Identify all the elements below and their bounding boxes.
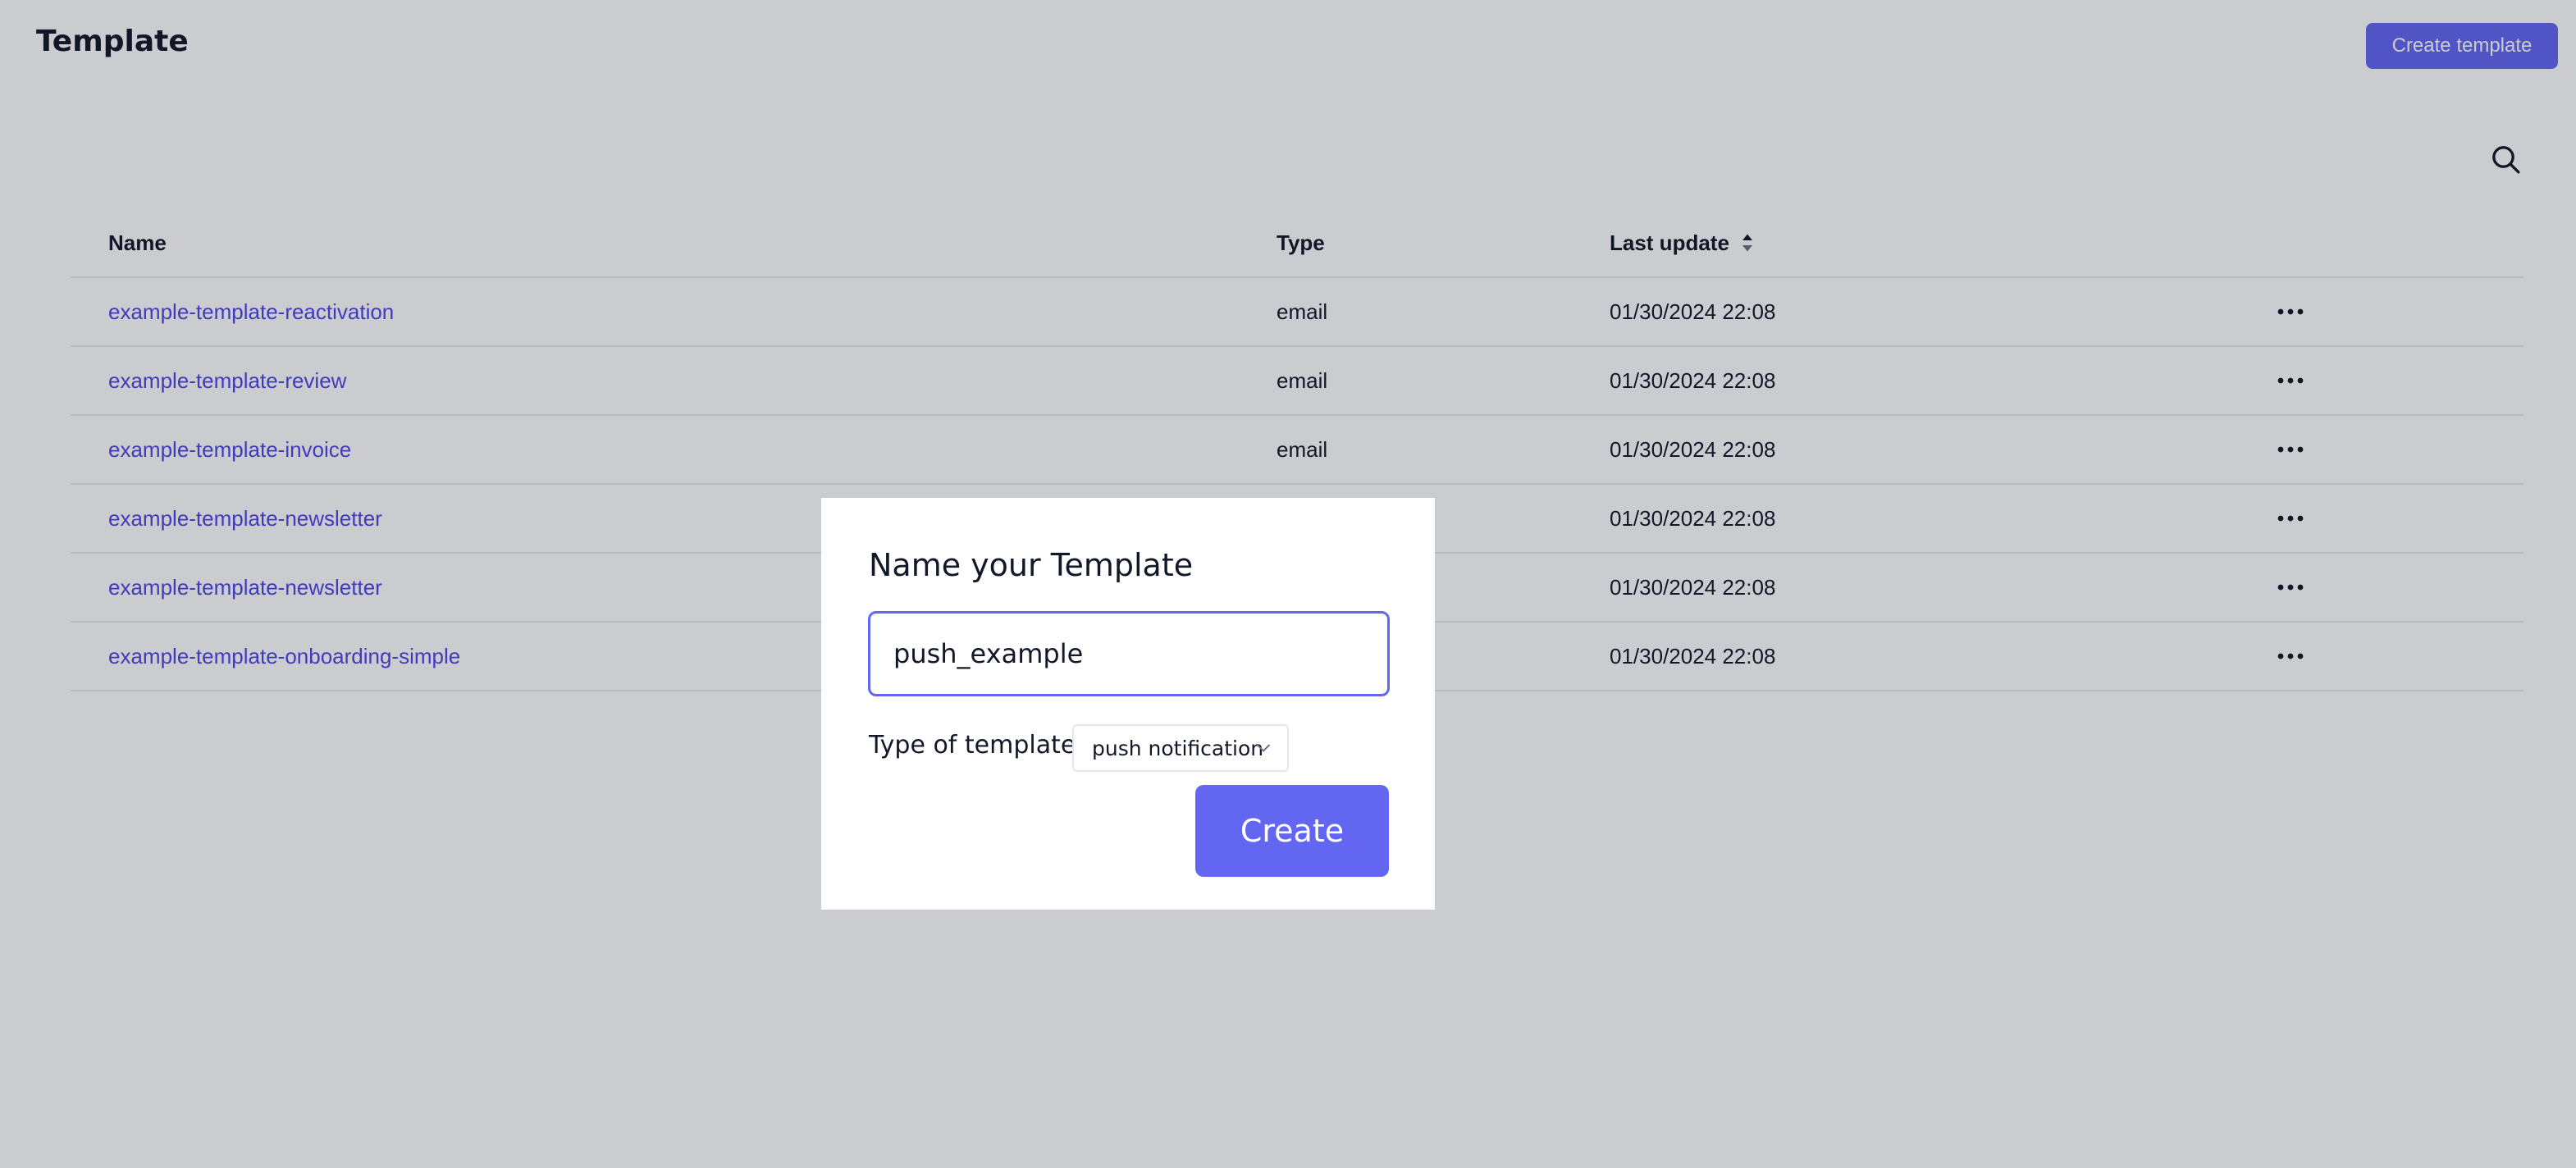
name-template-modal: Name your Template Type of template: pus… (821, 498, 1435, 910)
modal-title: Name your Template (869, 547, 1194, 583)
template-type-label: Type of template: (869, 731, 1085, 760)
chevron-down-icon (1256, 744, 1271, 752)
template-type-selected: push notification (1092, 736, 1264, 760)
template-name-input[interactable] (868, 611, 1390, 696)
template-type-select[interactable]: push notification (1072, 724, 1289, 772)
create-button[interactable]: Create (1195, 785, 1389, 877)
